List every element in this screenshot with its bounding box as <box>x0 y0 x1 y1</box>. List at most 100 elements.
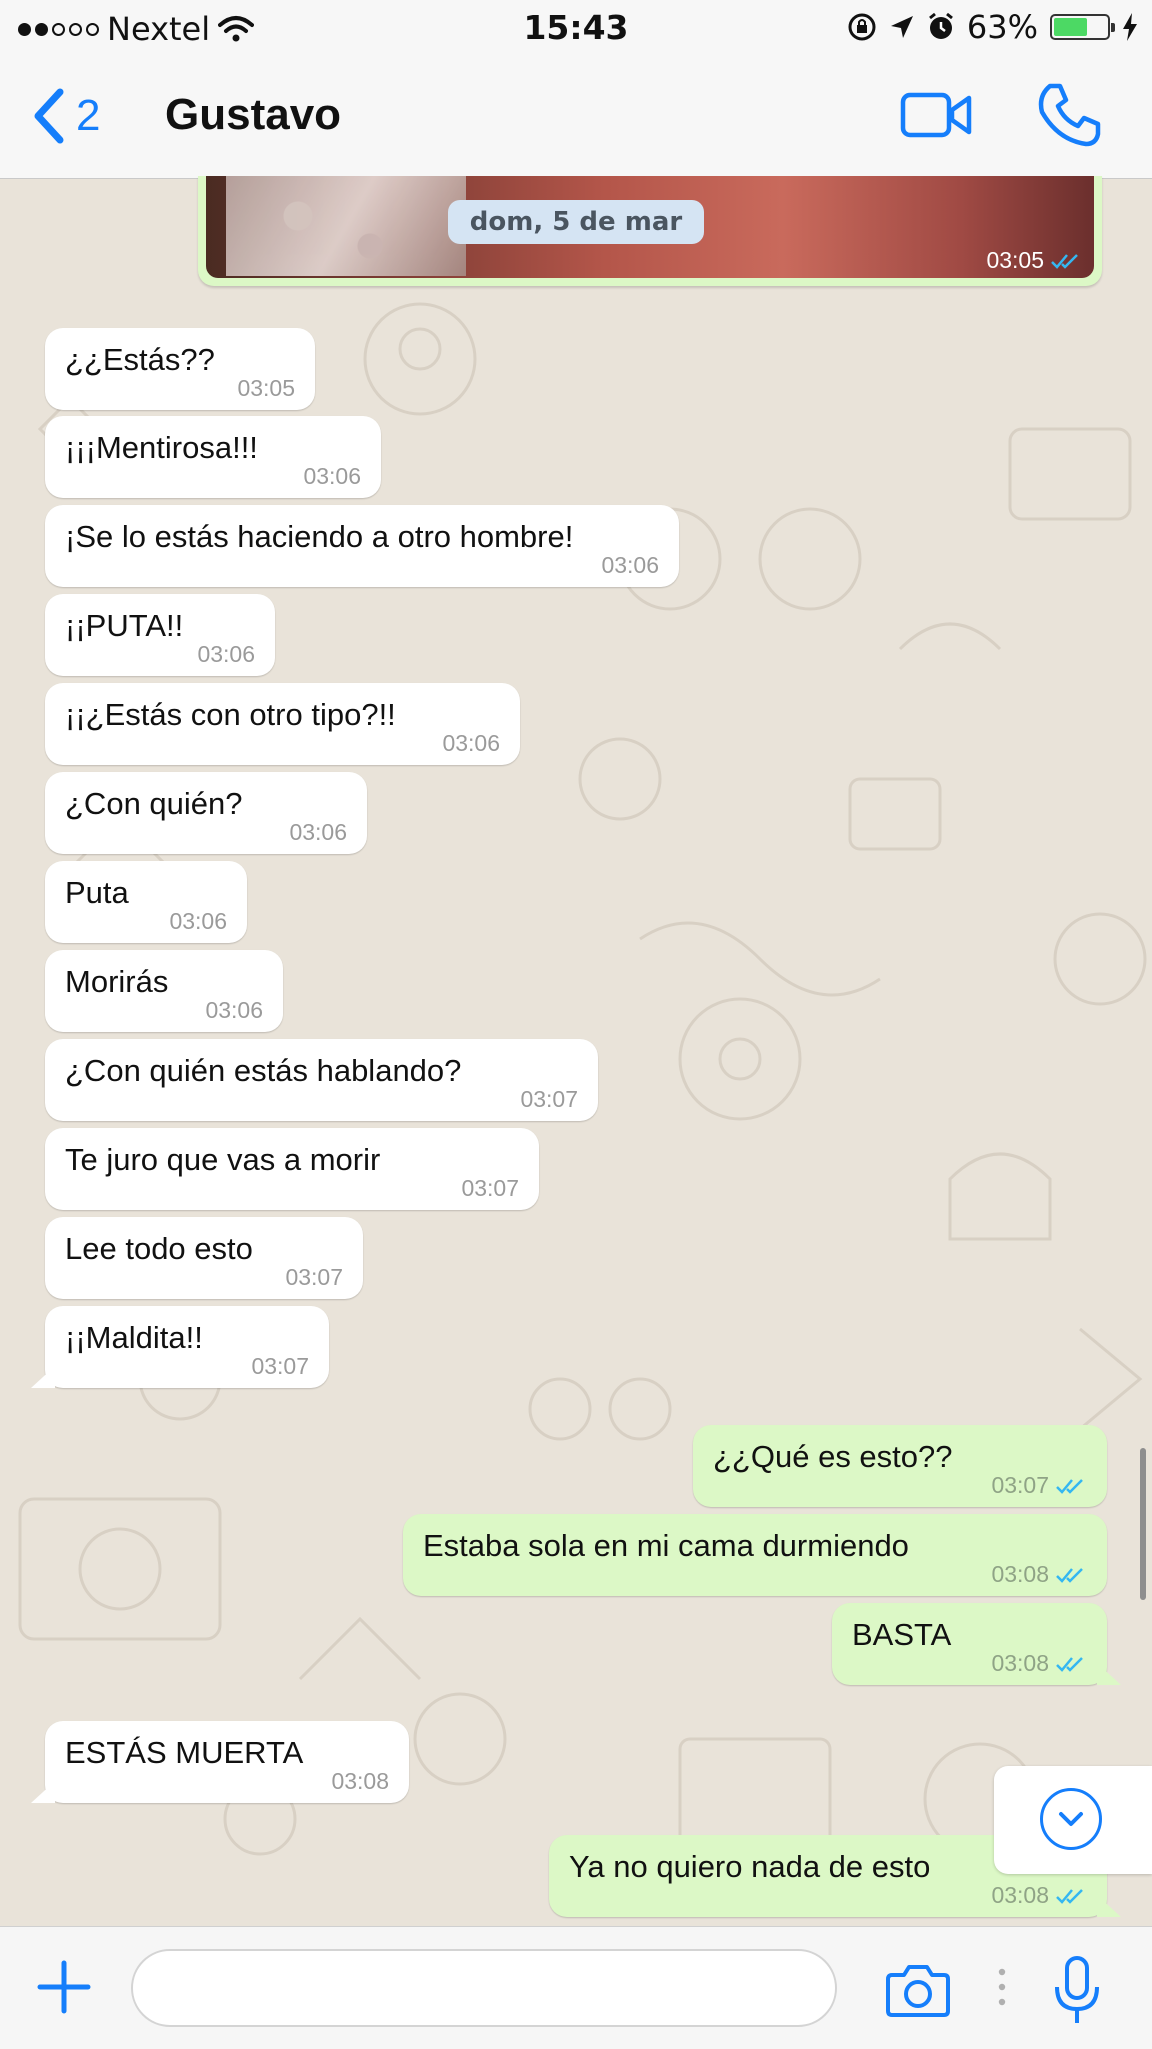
message-time: 03:06 <box>169 908 227 934</box>
message-bubble-incoming[interactable]: Lee todo esto 03:07 <box>45 1217 363 1299</box>
message-bubble-incoming[interactable]: ¿Con quién? 03:06 <box>45 772 367 854</box>
message-meta: 03:08 <box>991 1650 1087 1677</box>
message-time: 03:08 <box>991 1882 1049 1908</box>
battery-icon <box>1050 14 1115 40</box>
message-bubble-incoming[interactable]: Te juro que vas a morir 03:07 <box>45 1128 539 1210</box>
message-text: ESTÁS MUERTA <box>65 1735 304 1770</box>
message-text: ¡¡¡Mentirosa!!! <box>65 430 258 465</box>
message-text: BASTA <box>852 1617 952 1652</box>
video-call-icon[interactable] <box>900 90 972 140</box>
read-ticks-icon <box>1056 1567 1083 1583</box>
message-time: 03:07 <box>520 1086 578 1112</box>
message-meta: 03:07 <box>251 1353 309 1380</box>
plus-icon[interactable] <box>36 1959 92 2015</box>
chat-header: 2 Gustavo <box>0 58 1152 179</box>
message-meta: 03:07 <box>520 1086 578 1113</box>
message-text: Te juro que vas a morir <box>65 1142 381 1177</box>
location-icon <box>890 16 913 38</box>
message-time: 03:06 <box>442 730 500 756</box>
message-time: 03:05 <box>986 247 1044 273</box>
message-meta: 03:07 <box>285 1264 343 1291</box>
message-text: ¡¡¿Estás con otro tipo?!! <box>65 697 396 732</box>
status-bar-right: 63% <box>847 8 1138 46</box>
back-button[interactable]: 2 <box>30 86 100 146</box>
message-text: ¡Se lo estás haciendo a otro hombre! <box>65 519 574 554</box>
alarm-icon <box>928 12 953 39</box>
message-bubble-incoming[interactable]: ¡¡PUTA!! 03:06 <box>45 594 275 676</box>
message-text: ¿Con quién estás hablando? <box>65 1053 462 1088</box>
message-text: ¿Con quién? <box>65 786 243 821</box>
message-bubble-incoming[interactable]: ESTÁS MUERTA 03:08 <box>45 1721 409 1803</box>
read-ticks-icon <box>1056 1888 1083 1904</box>
message-input[interactable] <box>131 1949 837 2027</box>
read-ticks-icon <box>1056 1478 1083 1494</box>
camera-icon[interactable] <box>884 1963 952 2019</box>
message-meta: 03:05 <box>986 247 1082 274</box>
message-time: 03:07 <box>461 1175 519 1201</box>
message-bubble-outgoing[interactable]: ¿¿Qué es esto?? 03:07 <box>693 1425 1107 1507</box>
message-meta: 03:06 <box>303 463 361 490</box>
more-vertical-icon[interactable] <box>998 1967 1006 2007</box>
message-meta: 03:06 <box>442 730 500 757</box>
chevron-down-icon <box>1040 1788 1102 1850</box>
message-time: 03:08 <box>991 1561 1049 1587</box>
message-time: 03:08 <box>331 1768 389 1794</box>
composer-bar <box>0 1926 1152 2049</box>
message-text: ¿¿Estás?? <box>65 342 215 377</box>
message-meta: 03:06 <box>289 819 347 846</box>
contact-name[interactable]: Gustavo <box>165 90 341 140</box>
message-text: ¡¡Maldita!! <box>65 1320 203 1355</box>
scrollbar[interactable] <box>1140 1448 1146 1600</box>
message-meta: 03:06 <box>205 997 263 1024</box>
message-time: 03:06 <box>289 819 347 845</box>
message-time: 03:08 <box>991 1650 1049 1676</box>
message-meta: 03:06 <box>169 908 227 935</box>
image-content <box>226 176 466 276</box>
message-text: Lee todo esto <box>65 1231 253 1266</box>
read-ticks-icon <box>1056 1656 1083 1672</box>
message-time: 03:06 <box>303 463 361 489</box>
unread-count: 2 <box>76 91 101 140</box>
message-time: 03:07 <box>251 1353 309 1379</box>
read-ticks-icon <box>1051 253 1078 269</box>
microphone-icon[interactable] <box>1050 1955 1104 2027</box>
message-bubble-incoming[interactable]: ¡Se lo estás haciendo a otro hombre! 03:0… <box>45 505 679 587</box>
message-time: 03:06 <box>197 641 255 667</box>
message-text: Ya no quiero nada de esto <box>569 1849 931 1884</box>
message-text: ¿¿Qué es esto?? <box>713 1439 953 1474</box>
message-time: 03:06 <box>601 552 659 578</box>
phone-icon[interactable] <box>1036 82 1102 148</box>
message-text: Morirás <box>65 964 169 999</box>
message-bubble-incoming[interactable]: ¡¡¡Mentirosa!!! 03:06 <box>45 416 381 498</box>
message-meta: 03:08 <box>331 1768 389 1795</box>
message-meta: 03:06 <box>601 552 659 579</box>
message-time: 03:07 <box>991 1472 1049 1498</box>
date-separator: dom, 5 de mar <box>448 200 704 244</box>
message-meta: 03:06 <box>197 641 255 668</box>
message-time: 03:06 <box>205 997 263 1023</box>
message-meta: 03:08 <box>991 1561 1087 1588</box>
message-time: 03:05 <box>237 375 295 401</box>
message-bubble-incoming[interactable]: Morirás 03:06 <box>45 950 283 1032</box>
charging-icon <box>1123 13 1137 41</box>
status-bar: Nextel 15:43 63% <box>0 0 1152 58</box>
message-meta: 03:07 <box>461 1175 519 1202</box>
message-bubble-incoming[interactable]: ¿Con quién estás hablando? 03:07 <box>45 1039 598 1121</box>
chevron-left-icon <box>34 88 64 144</box>
scroll-to-bottom-button[interactable] <box>994 1766 1152 1874</box>
message-time: 03:07 <box>285 1264 343 1290</box>
message-bubble-outgoing[interactable]: Estaba sola en mi cama durmiendo 03:08 <box>403 1514 1107 1596</box>
message-meta: 03:08 <box>991 1882 1087 1909</box>
lock-rotation-icon <box>848 13 876 41</box>
message-bubble-incoming[interactable]: ¡¡Maldita!! 03:07 <box>45 1306 329 1388</box>
message-bubble-incoming[interactable]: Puta 03:06 <box>45 861 247 943</box>
battery-percent: 63% <box>966 8 1038 46</box>
message-meta: 03:07 <box>991 1472 1087 1499</box>
message-bubble-outgoing[interactable]: BASTA 03:08 <box>832 1603 1107 1685</box>
message-text: Estaba sola en mi cama durmiendo <box>423 1528 909 1563</box>
message-text: ¡¡PUTA!! <box>65 608 184 643</box>
message-meta: 03:05 <box>237 375 295 402</box>
message-text: Puta <box>65 875 129 910</box>
message-bubble-incoming[interactable]: ¿¿Estás?? 03:05 <box>45 328 315 410</box>
message-bubble-incoming[interactable]: ¡¡¿Estás con otro tipo?!! 03:06 <box>45 683 520 765</box>
